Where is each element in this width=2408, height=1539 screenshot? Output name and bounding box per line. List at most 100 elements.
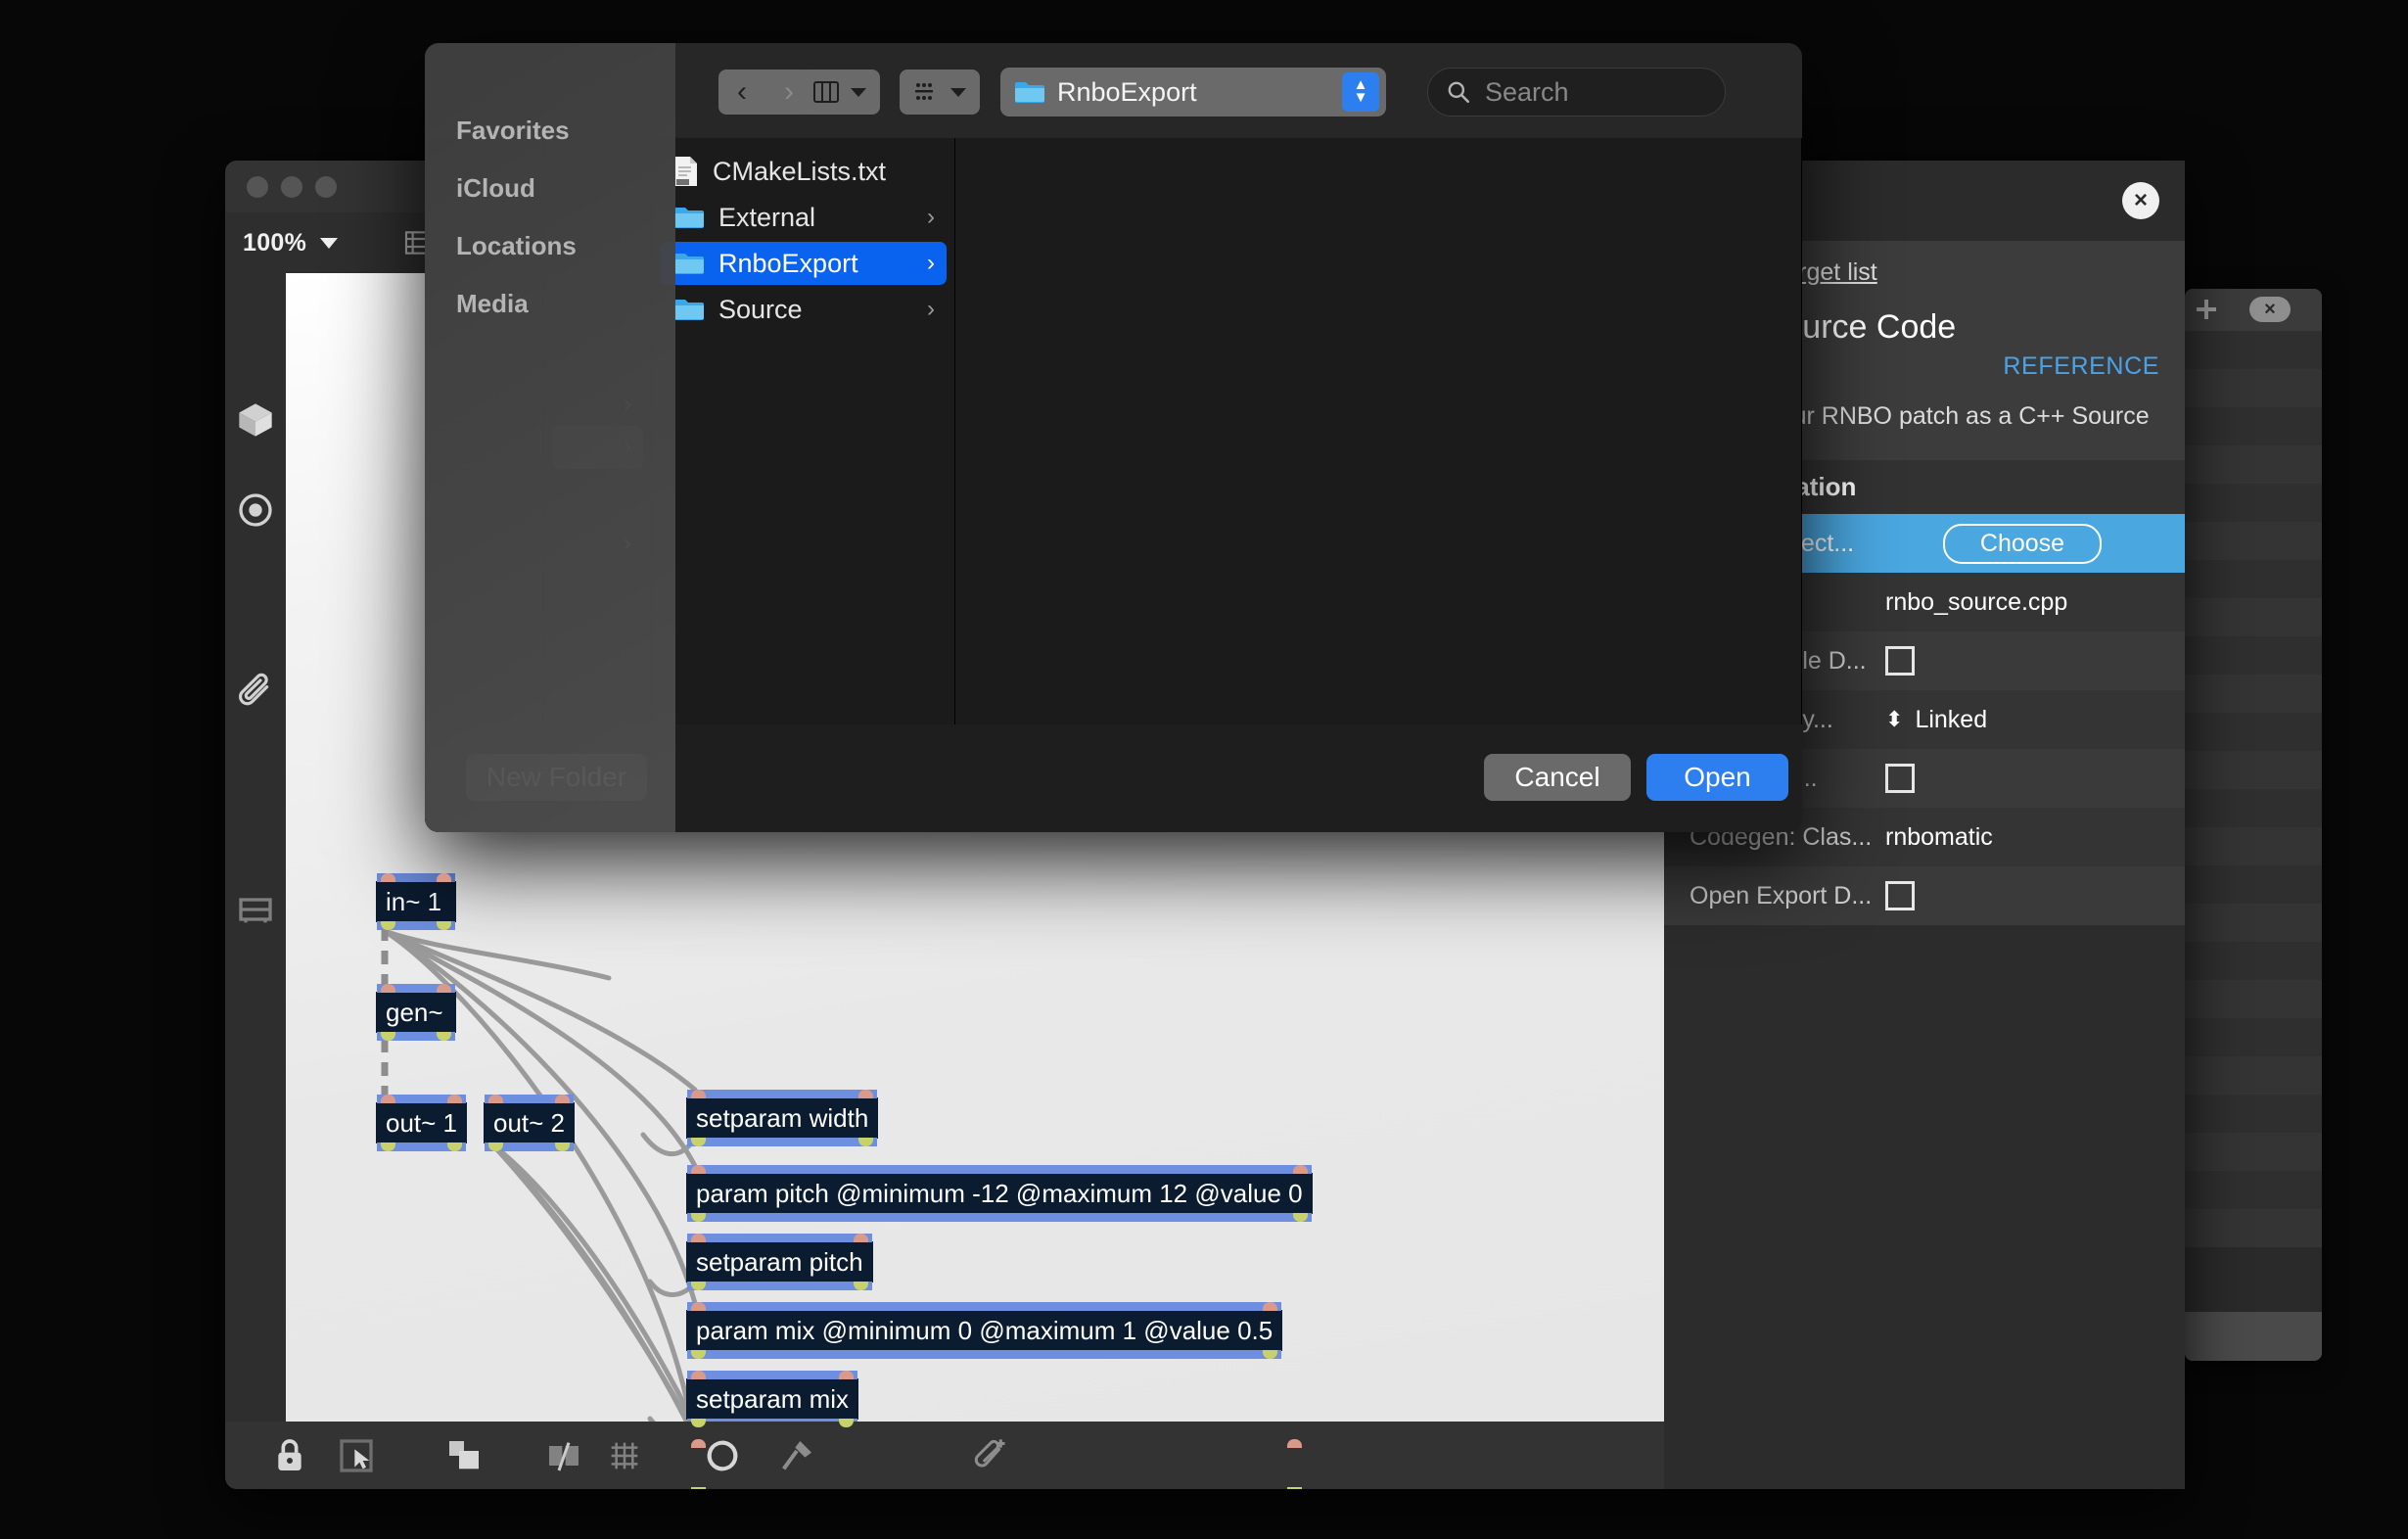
stepper-icon[interactable]: ▲ ▼ bbox=[1342, 72, 1379, 112]
background-window-row[interactable] bbox=[2185, 1056, 2322, 1095]
background-window-row[interactable] bbox=[2185, 1209, 2322, 1247]
outlet-port[interactable] bbox=[381, 1143, 395, 1151]
console-icon[interactable] bbox=[236, 890, 275, 929]
target-icon[interactable] bbox=[236, 490, 275, 530]
file-list-item[interactable]: Source › bbox=[660, 288, 947, 331]
paperclip-icon[interactable] bbox=[236, 671, 275, 710]
cancel-button[interactable]: Cancel bbox=[1484, 754, 1631, 801]
open-button[interactable]: Open bbox=[1646, 754, 1788, 801]
stepper-icon[interactable]: ⬍ bbox=[1885, 707, 1903, 732]
background-window-row[interactable] bbox=[2185, 407, 2322, 445]
inlet-port[interactable] bbox=[853, 1234, 868, 1242]
patcher-object-sp_pitch[interactable]: setparam pitch bbox=[687, 1234, 872, 1290]
outlet-port[interactable] bbox=[691, 1213, 706, 1222]
outlet-port[interactable] bbox=[437, 921, 451, 930]
background-window-row[interactable] bbox=[2185, 636, 2322, 675]
edit-mode-icon[interactable] bbox=[337, 1436, 376, 1475]
rnbo-setting-value[interactable] bbox=[1885, 764, 2159, 793]
inlet-port[interactable] bbox=[447, 1095, 463, 1103]
outlet-port[interactable] bbox=[488, 1143, 503, 1151]
inlet-port[interactable] bbox=[691, 1371, 706, 1379]
rnbo-setting-value[interactable] bbox=[1885, 881, 2159, 910]
rnbo-setting-value[interactable]: rnbo_source.cpp bbox=[1885, 588, 2159, 617]
rnbo-setting-value[interactable] bbox=[1885, 646, 2159, 676]
outlet-port[interactable] bbox=[447, 1143, 463, 1151]
choose-button[interactable]: Choose bbox=[1942, 523, 2103, 564]
inlet-port[interactable] bbox=[1286, 1439, 1302, 1448]
background-window-row[interactable] bbox=[2185, 675, 2322, 713]
file-list-item[interactable]: External › bbox=[660, 196, 947, 239]
back-button[interactable]: ‹ bbox=[718, 70, 765, 115]
background-window-row[interactable] bbox=[2185, 789, 2322, 827]
outlet-port[interactable] bbox=[381, 921, 395, 930]
background-window-row[interactable] bbox=[2185, 1171, 2322, 1209]
background-window-row[interactable] bbox=[2185, 751, 2322, 789]
layers-icon[interactable] bbox=[444, 1436, 484, 1475]
background-window-row[interactable] bbox=[2185, 331, 2322, 369]
outlet-port[interactable] bbox=[691, 1350, 706, 1359]
inlet-port[interactable] bbox=[691, 1302, 706, 1311]
patcher-object-sp_width[interactable]: setparam width bbox=[687, 1090, 878, 1146]
file-list-item[interactable]: CMakeLists.txt bbox=[660, 150, 947, 193]
background-window-row[interactable] bbox=[2185, 1018, 2322, 1056]
rnbo-setting-value[interactable]: ⬍ Linked bbox=[1885, 706, 2159, 734]
path-popup-button[interactable]: RnboExport ▲ ▼ bbox=[1000, 68, 1386, 117]
add-icon[interactable] bbox=[2197, 300, 2216, 319]
patcher-object-in1[interactable]: in~ 1 bbox=[377, 873, 455, 930]
snap-icon[interactable] bbox=[544, 1436, 583, 1475]
patcher-object-p_mix[interactable]: param mix @minimum 0 @maximum 1 @value 0… bbox=[687, 1302, 1282, 1359]
patcher-object-out2[interactable]: out~ 2 bbox=[485, 1095, 575, 1151]
background-window-row[interactable] bbox=[2185, 445, 2322, 484]
background-window-row[interactable] bbox=[2185, 598, 2322, 636]
inlet-port[interactable] bbox=[858, 1090, 874, 1098]
inlet-port[interactable] bbox=[381, 984, 395, 993]
file-list-item[interactable]: RnboExport › bbox=[660, 242, 947, 285]
background-window-row[interactable] bbox=[2185, 484, 2322, 522]
inlet-port[interactable] bbox=[691, 1234, 706, 1242]
background-window-row[interactable] bbox=[2185, 522, 2322, 560]
background-window-row[interactable] bbox=[2185, 713, 2322, 751]
close-icon[interactable]: × bbox=[2122, 182, 2159, 219]
sidebar-section-favorites[interactable]: Favorites bbox=[425, 102, 675, 160]
outlet-port[interactable] bbox=[853, 1282, 868, 1290]
checkbox[interactable] bbox=[1885, 764, 1915, 793]
inlet-port[interactable] bbox=[381, 873, 395, 882]
patcher-object-p_pitch[interactable]: param pitch @minimum -12 @maximum 12 @va… bbox=[687, 1165, 1312, 1222]
refresh-icon[interactable] bbox=[703, 1436, 742, 1475]
outlet-port[interactable] bbox=[691, 1138, 706, 1146]
inlet-port[interactable] bbox=[1263, 1302, 1278, 1311]
close-icon[interactable]: × bbox=[2249, 297, 2291, 322]
inlet-port[interactable] bbox=[437, 873, 451, 882]
inlet-port[interactable] bbox=[1292, 1165, 1308, 1174]
background-window-row[interactable] bbox=[2185, 1095, 2322, 1133]
inlet-port[interactable] bbox=[691, 1090, 706, 1098]
outlet-port[interactable] bbox=[1286, 1487, 1302, 1489]
view-mode-button[interactable] bbox=[800, 70, 880, 115]
pin-icon[interactable] bbox=[777, 1436, 816, 1475]
checkbox[interactable] bbox=[1885, 646, 1915, 676]
lock-icon[interactable] bbox=[270, 1436, 309, 1475]
patcher-object-gen[interactable]: gen~ bbox=[377, 984, 455, 1041]
search-field[interactable]: Search bbox=[1427, 68, 1726, 117]
background-window-row[interactable] bbox=[2185, 369, 2322, 407]
background-window-row[interactable] bbox=[2185, 865, 2322, 904]
group-by-button[interactable] bbox=[900, 70, 980, 115]
inlet-port[interactable] bbox=[488, 1095, 503, 1103]
inlet-port[interactable] bbox=[381, 1095, 395, 1103]
column-3-file-list[interactable]: CMakeLists.txt External › RnboExport › Source… bbox=[652, 138, 955, 724]
sidebar-section-icloud[interactable]: iCloud bbox=[425, 160, 675, 217]
close-window-button[interactable] bbox=[247, 175, 268, 198]
inlet-port[interactable] bbox=[555, 1095, 571, 1103]
attach-icon[interactable] bbox=[973, 1436, 1012, 1475]
grid-icon[interactable] bbox=[605, 1436, 644, 1475]
outlet-port[interactable] bbox=[1263, 1350, 1278, 1359]
background-window-row[interactable] bbox=[2185, 827, 2322, 865]
zoom-dropdown[interactable]: 100% bbox=[243, 229, 339, 257]
outlet-port[interactable] bbox=[555, 1143, 571, 1151]
rnbo-setting-value[interactable]: rnbomatic bbox=[1885, 823, 2159, 852]
outlet-port[interactable] bbox=[437, 1032, 451, 1041]
rnbo-setting-row[interactable]: Open Export D... bbox=[1664, 866, 2185, 925]
background-window-row[interactable] bbox=[2185, 980, 2322, 1018]
zoom-window-button[interactable] bbox=[315, 175, 337, 198]
outlet-port[interactable] bbox=[691, 1282, 706, 1290]
